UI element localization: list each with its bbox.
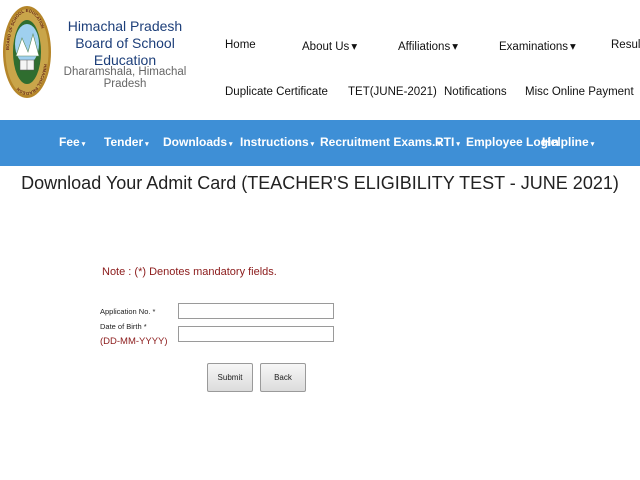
menu-instructions[interactable]: Instructions ▾	[240, 135, 314, 149]
menu-tender[interactable]: Tender ▾	[104, 135, 149, 149]
nav-affiliations[interactable]: Affiliations ▾	[398, 39, 458, 53]
org-name-line1: Himachal Pradesh	[67, 18, 183, 34]
chevron-down-icon: ▾	[570, 41, 576, 53]
hpbose-logo[interactable]: BOARD OF SCHOOL EDUCATION HIMACHAL PRADE…	[2, 4, 52, 100]
main-menu-bar: Fee ▾ Tender ▾ Downloads ▾ Instructions ▾ Re…	[0, 120, 640, 166]
site-header: BOARD OF SCHOOL EDUCATION HIMACHAL PRADE…	[0, 0, 640, 120]
page-title: Download Your Admit Card (TEACHER'S ELIG…	[21, 173, 619, 193]
nav-duplicate-certificate[interactable]: Duplicate Certificate	[225, 86, 328, 98]
application-no-input[interactable]	[178, 303, 334, 319]
chevron-down-icon: ▾	[229, 141, 233, 148]
chevron-down-icon: ▾	[145, 141, 149, 148]
menu-downloads[interactable]: Downloads ▾	[163, 135, 233, 149]
dob-format-hint: (DD-MM-YYYY)	[100, 336, 168, 347]
org-location: Dharamshala, Himachal Pradesh	[63, 66, 187, 90]
back-button[interactable]: Back	[260, 363, 306, 392]
chevron-down-icon: ▾	[81, 141, 86, 148]
submit-button[interactable]: Submit	[207, 363, 253, 392]
org-name: Himachal Pradesh Board of School Educati…	[58, 18, 192, 69]
menu-rti[interactable]: RTI ▾	[435, 135, 460, 149]
nav-home[interactable]: Home	[225, 39, 256, 51]
dob-input[interactable]	[178, 326, 334, 342]
nav-about-us[interactable]: About Us ▾	[302, 39, 357, 53]
chevron-down-icon: ▾	[310, 141, 315, 148]
menu-helpline[interactable]: Helpline ▾	[542, 135, 594, 149]
chevron-down-icon: ▾	[351, 41, 358, 53]
application-no-label: Application No. *	[100, 307, 156, 316]
nav-tet-june-2021[interactable]: TET(JUNE-2021)	[348, 86, 437, 98]
nav-examinations[interactable]: Examinations ▾	[499, 39, 576, 53]
chevron-down-icon: ▾	[456, 141, 460, 148]
mandatory-note: Note : (*) Denotes mandatory fields.	[102, 266, 277, 278]
dob-label: Date of Birth *	[100, 322, 147, 331]
nav-misc-online-payment[interactable]: Misc Online Payment	[525, 86, 634, 98]
menu-recruitment-exams[interactable]: Recruitment Exams. ▾	[320, 135, 441, 149]
chevron-down-icon: ▾	[452, 41, 458, 53]
nav-results[interactable]: Results	[611, 39, 640, 51]
chevron-down-icon: ▾	[590, 141, 595, 148]
org-name-line2: Board of School Education	[75, 35, 175, 68]
menu-fee[interactable]: Fee ▾	[59, 135, 85, 149]
nav-notifications[interactable]: Notifications	[444, 86, 507, 98]
